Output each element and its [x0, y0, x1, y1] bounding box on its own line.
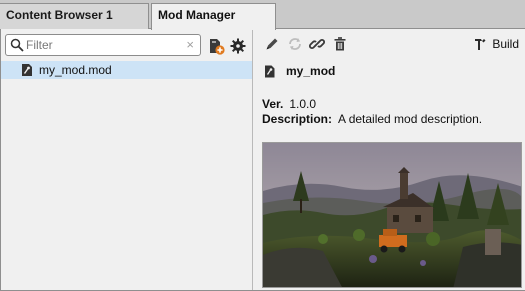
clear-filter-icon[interactable]: × [186, 37, 194, 53]
filter-field[interactable]: × [5, 34, 201, 56]
search-icon [10, 38, 24, 52]
mod-preview-image [262, 142, 522, 288]
mod-manager-panel: × [0, 29, 525, 291]
tab-strip: Content Browser 1 Mod Manager [0, 0, 525, 30]
add-mod-icon[interactable] [207, 37, 225, 55]
filter-input[interactable] [26, 37, 176, 53]
refresh-icon[interactable] [287, 36, 303, 52]
tab-mod-manager[interactable]: Mod Manager [151, 3, 276, 30]
mod-list-pane: × [1, 29, 253, 290]
build-button[interactable]: Build [474, 36, 519, 52]
description-value: A detailed mod description. [338, 112, 483, 126]
tab-content-browser[interactable]: Content Browser 1 [0, 3, 149, 29]
mod-metadata: Ver. 1.0.0 Description: A detailed mod des… [262, 97, 482, 127]
mod-file-icon [265, 65, 275, 77]
list-item[interactable]: my_mod.mod [1, 61, 252, 79]
build-label: Build [492, 37, 519, 51]
mod-file-icon [22, 64, 32, 76]
list-item-label: my_mod.mod [39, 63, 112, 77]
mod-details-pane: Build my_mod Ver. 1.0.0 Description: A det… [254, 29, 525, 290]
description-label: Description: [262, 112, 333, 126]
mod-list: my_mod.mod [1, 61, 252, 79]
pencil-icon[interactable] [264, 36, 280, 52]
version-label: Ver. [262, 97, 284, 111]
mod-title: my_mod [286, 64, 336, 78]
trash-icon[interactable] [332, 36, 348, 52]
preview-scene [263, 143, 521, 287]
link-icon[interactable] [309, 36, 325, 52]
mod-header: my_mod [264, 64, 335, 78]
version-value: 1.0.0 [289, 97, 317, 111]
settings-icon[interactable] [229, 37, 247, 55]
hammer-icon [475, 39, 486, 50]
